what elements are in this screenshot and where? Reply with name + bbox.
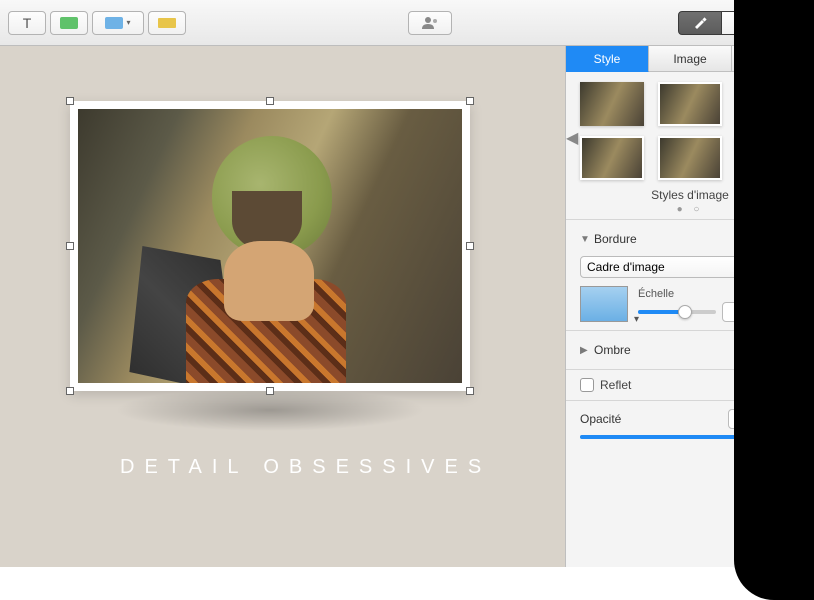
style-thumb-5[interactable] (658, 136, 722, 180)
reflect-checkbox[interactable] (580, 378, 594, 392)
resize-handle-t[interactable] (266, 97, 274, 105)
document-canvas[interactable]: DETAIL OBSESSIVES (0, 46, 565, 567)
tab-style[interactable]: Style (566, 46, 649, 72)
comment-button[interactable] (148, 11, 186, 35)
border-title: Bordure (594, 232, 637, 246)
media-icon (105, 17, 123, 29)
shape-fill-button[interactable] (50, 11, 88, 35)
text-icon: T (23, 15, 32, 31)
frame-style-picker[interactable] (580, 286, 628, 322)
format-inspector-button[interactable] (678, 11, 722, 35)
device-bezel (734, 0, 814, 600)
border-disclosure[interactable]: Bordure (580, 232, 637, 246)
opacity-title: Opacité (580, 412, 621, 426)
text-tool-button[interactable]: T (8, 11, 46, 35)
triangle-right-icon (580, 345, 590, 356)
tab-image[interactable]: Image (649, 46, 732, 72)
shadow-disclosure[interactable]: Ombre (580, 343, 631, 357)
brush-icon (692, 16, 708, 30)
person-icon (421, 16, 439, 30)
style-thumb-1[interactable] (580, 82, 644, 126)
selected-image[interactable] (70, 101, 470, 391)
border-type-value: Cadre d'image (587, 260, 665, 274)
resize-handle-br[interactable] (466, 387, 474, 395)
green-swatch-icon (60, 17, 78, 29)
scale-slider[interactable] (638, 310, 716, 314)
resize-handle-r[interactable] (466, 242, 474, 250)
image-frame (70, 101, 470, 391)
chevron-down-icon: ▾ (126, 18, 130, 27)
toolbar: T ▾ (0, 0, 814, 46)
resize-handle-tr[interactable] (466, 97, 474, 105)
caption-text[interactable]: DETAIL OBSESSIVES (120, 456, 491, 479)
collaboration-button[interactable] (408, 11, 452, 35)
resize-handle-l[interactable] (66, 242, 74, 250)
resize-handle-tl[interactable] (66, 97, 74, 105)
resize-handle-bl[interactable] (66, 387, 74, 395)
resize-handle-b[interactable] (266, 387, 274, 395)
image-shadow (50, 386, 490, 466)
triangle-down-icon (580, 234, 590, 245)
reflect-title: Reflet (600, 378, 631, 392)
image-content (78, 109, 462, 383)
media-dropdown-button[interactable]: ▾ (92, 11, 144, 35)
shadow-title: Ombre (594, 343, 631, 357)
style-thumb-2[interactable] (658, 82, 722, 126)
note-icon (158, 18, 176, 28)
style-thumb-4[interactable] (580, 136, 644, 180)
styles-prev-button[interactable]: ◀ (566, 128, 578, 148)
